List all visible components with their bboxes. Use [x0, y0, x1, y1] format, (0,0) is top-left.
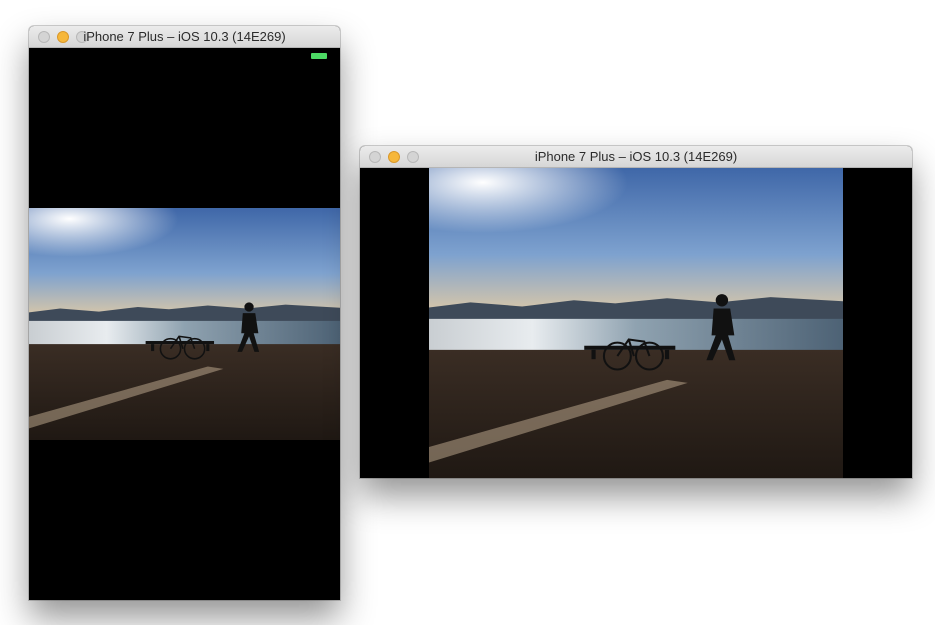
window-title: iPhone 7 Plus – iOS 10.3 (14E269) — [534, 149, 738, 164]
device-screen[interactable] — [29, 48, 340, 600]
title-bar[interactable]: iPhone 7 Plus – iOS 10.3 (14E269) — [29, 26, 340, 48]
battery-icon — [311, 53, 327, 59]
photo-icon — [429, 168, 843, 478]
simulator-window-landscape[interactable]: iPhone 7 Plus – iOS 10.3 (14E269) — [360, 146, 912, 478]
device-screen[interactable] — [360, 168, 912, 478]
photo-image — [29, 208, 340, 440]
title-bar[interactable]: iPhone 7 Plus – iOS 10.3 (14E269) — [360, 146, 912, 168]
photo-image — [429, 168, 843, 478]
window-title: iPhone 7 Plus – iOS 10.3 (14E269) — [83, 29, 286, 44]
photo-icon — [29, 208, 340, 440]
simulator-window-portrait[interactable]: iPhone 7 Plus – iOS 10.3 (14E269) — [29, 26, 340, 600]
